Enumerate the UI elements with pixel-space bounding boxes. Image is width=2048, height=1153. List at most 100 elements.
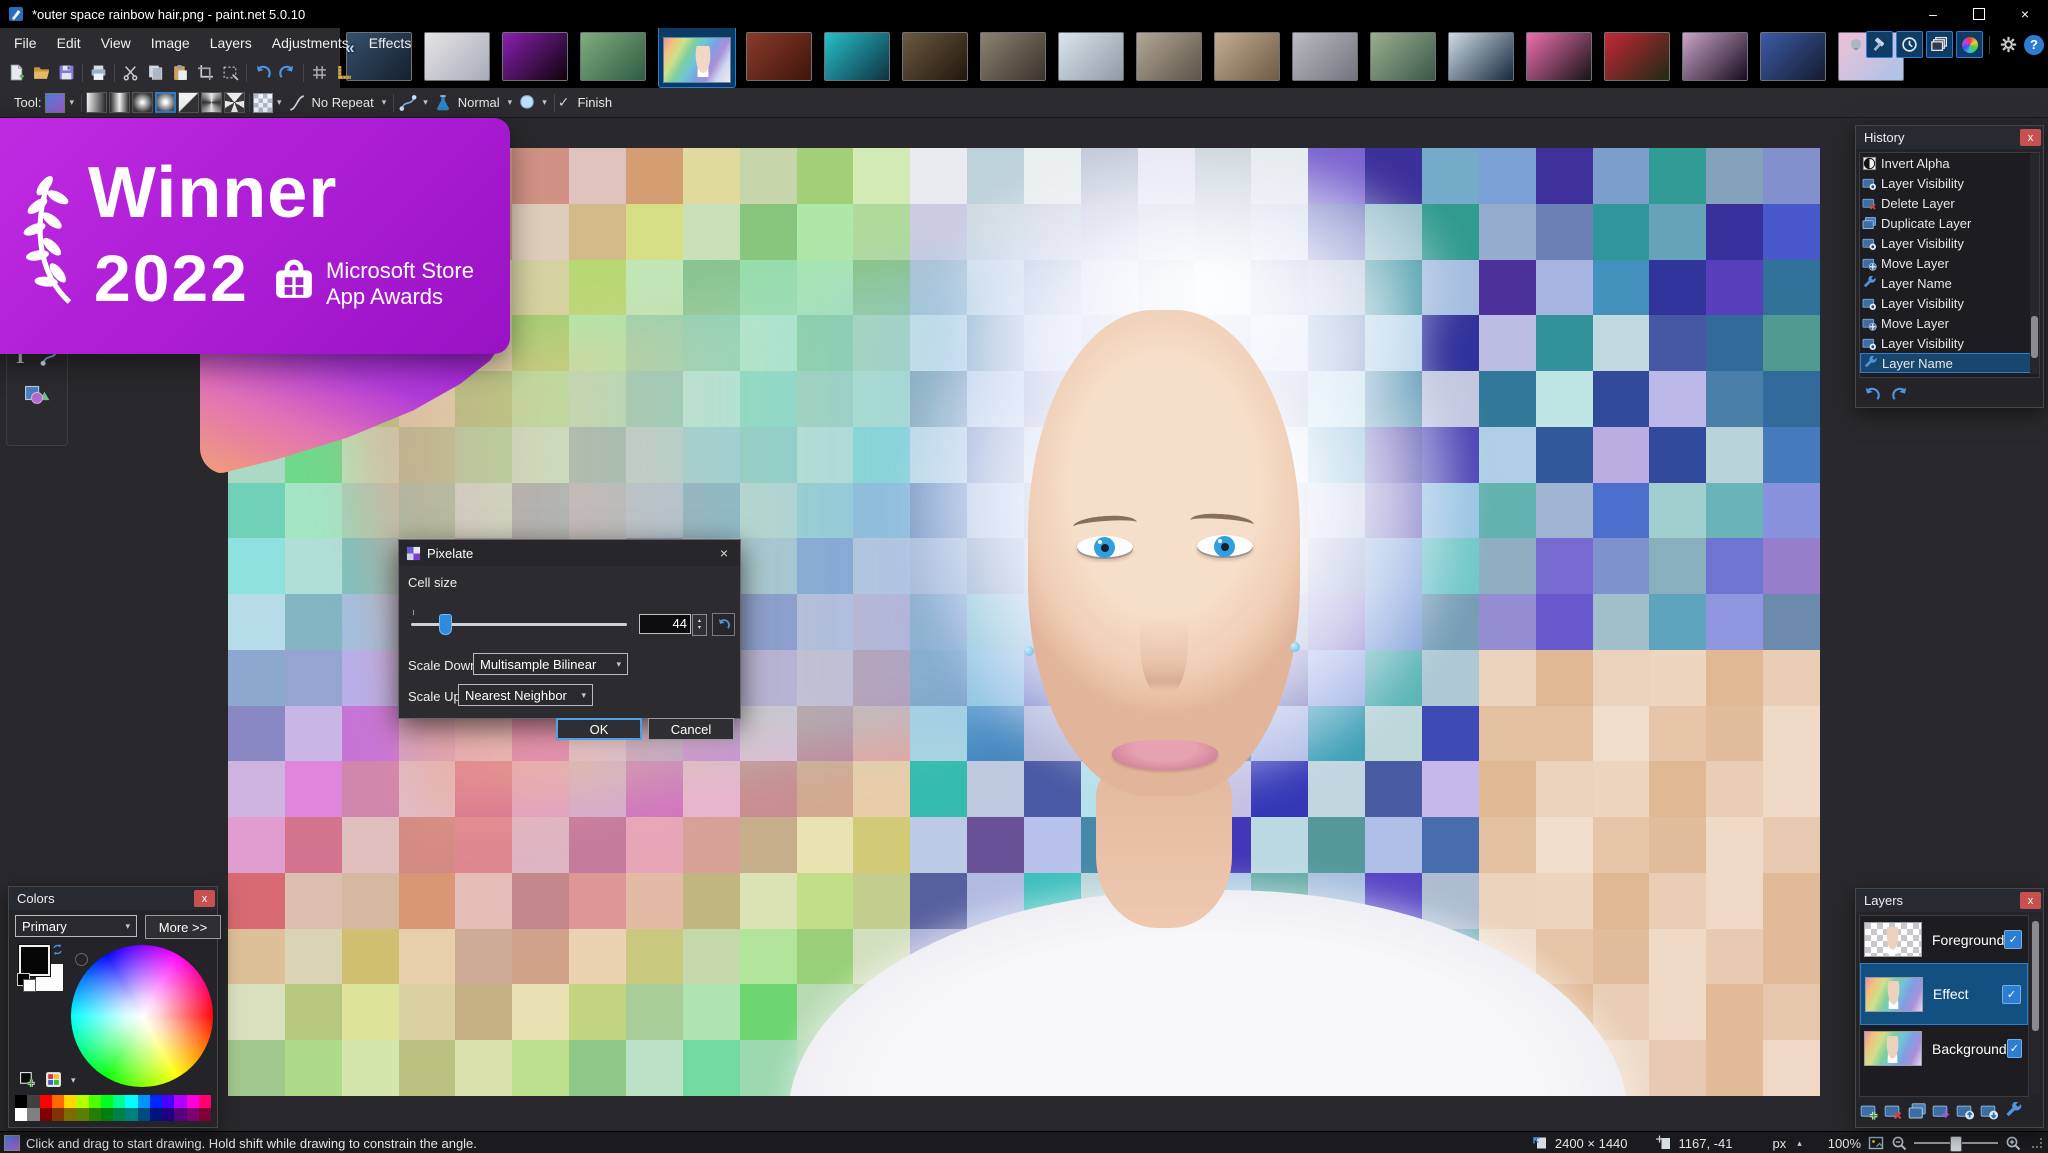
undo-button[interactable] <box>250 61 275 85</box>
move-down-btn-button[interactable] <box>1980 1102 1999 1124</box>
image-tab-stone-building[interactable] <box>1292 32 1358 81</box>
image-tab-rainbow-arc[interactable] <box>502 32 568 81</box>
menu-item-image[interactable]: Image <box>141 35 200 51</box>
image-tab-wolf[interactable] <box>980 32 1046 81</box>
history-item[interactable]: Layer Visibility <box>1860 333 2039 353</box>
palette-swatch[interactable] <box>113 1095 126 1108</box>
layer-visible-checkbox[interactable]: ✓ <box>2004 930 2022 949</box>
redo-icon[interactable] <box>1891 386 1910 403</box>
chevron-down-icon[interactable]: ▾ <box>508 97 513 108</box>
more-button[interactable]: More >> <box>145 915 221 939</box>
grid-button[interactable] <box>307 61 332 85</box>
history-scrollbar-thumb[interactable] <box>2031 316 2038 358</box>
gradient-mode-4[interactable] <box>178 92 199 113</box>
chevron-down-icon[interactable]: ▾ <box>71 1075 76 1086</box>
palette-swatch[interactable] <box>186 1108 199 1121</box>
layer-visible-checkbox[interactable]: ✓ <box>2006 1039 2022 1058</box>
palette-swatch[interactable] <box>137 1108 150 1121</box>
maximize-button[interactable] <box>1956 0 2002 28</box>
gradient-mode-6[interactable] <box>224 92 245 113</box>
layer-row-foreground[interactable]: Foreground ✓ <box>1860 916 2028 963</box>
menu-item-layers[interactable]: Layers <box>200 35 262 51</box>
close-button[interactable]: × <box>2002 0 2048 28</box>
zoom-slider[interactable] <box>1914 1136 1998 1152</box>
value-spinner[interactable]: ▴ ▾ <box>692 614 707 636</box>
palette-swatch[interactable] <box>100 1108 113 1121</box>
palette-swatch[interactable] <box>198 1095 211 1108</box>
palette-swatch[interactable] <box>51 1108 64 1121</box>
history-item[interactable]: Invert Alpha <box>1860 153 2039 173</box>
new-button[interactable] <box>4 61 29 85</box>
history-item[interactable]: Move Layer <box>1860 253 2039 273</box>
history-item[interactable]: Layer Name <box>1860 273 2039 293</box>
move-up-btn-button[interactable] <box>1956 1102 1975 1124</box>
minimize-button[interactable]: – <box>1910 0 1956 28</box>
layer-row-background[interactable]: Background ✓ <box>1860 1025 2028 1072</box>
ok-button[interactable]: OK <box>556 718 642 740</box>
resize-grip[interactable] <box>2032 1138 2042 1148</box>
fit-to-window-icon[interactable] <box>1868 1135 1884 1151</box>
palette-swatch[interactable] <box>76 1108 89 1121</box>
add-layer-button[interactable] <box>1860 1102 1879 1124</box>
palette-swatch[interactable] <box>113 1108 126 1121</box>
gradient-mode-3[interactable] <box>155 92 176 113</box>
palette-swatch[interactable] <box>162 1095 175 1108</box>
palette-swatch[interactable] <box>64 1095 77 1108</box>
palette-swatch[interactable] <box>51 1095 64 1108</box>
scale-down-select[interactable]: Multisample Bilinear ▾ <box>473 653 628 675</box>
palette-swatch[interactable] <box>137 1095 150 1108</box>
palette-swatch[interactable] <box>27 1095 40 1108</box>
shapes-tool-icon[interactable] <box>24 380 50 406</box>
gradient-mode-1[interactable] <box>109 92 130 113</box>
print-button[interactable] <box>86 61 111 85</box>
store-badge-icon[interactable] <box>1849 38 1863 52</box>
scale-up-select[interactable]: Nearest Neighbor ▾ <box>458 684 593 706</box>
finish-button[interactable]: Finish <box>577 95 612 110</box>
palette-swatch[interactable] <box>76 1095 89 1108</box>
colors-panel-title-bar[interactable]: Colors x <box>9 887 217 910</box>
duplicate-layer-button[interactable] <box>1908 1102 1927 1124</box>
palette-swatch[interactable] <box>39 1108 52 1121</box>
image-tab-black-cat-pink[interactable] <box>1526 32 1592 81</box>
image-tab-red-rose[interactable] <box>1604 32 1670 81</box>
chevron-down-icon[interactable]: ▾ <box>542 97 547 108</box>
image-tab-red-cat[interactable] <box>746 32 812 81</box>
chevron-down-icon[interactable]: ▾ <box>277 97 282 108</box>
zoom-in-icon[interactable] <box>2005 1135 2021 1151</box>
layer-name-button[interactable] <box>2004 1102 2023 1124</box>
delete-layer-button[interactable] <box>1884 1102 1903 1124</box>
palette-swatch[interactable] <box>88 1095 101 1108</box>
gradient-mode-2[interactable] <box>132 92 153 113</box>
image-tab-christmas-street[interactable] <box>1760 32 1826 81</box>
history-item[interactable]: Move Layer <box>1860 313 2039 333</box>
add-to-palette-icon[interactable] <box>19 1071 36 1088</box>
image-tab-night-city[interactable] <box>824 32 890 81</box>
zoom-out-icon[interactable] <box>1891 1135 1907 1151</box>
history-item[interactable]: Delete Layer <box>1860 193 2039 213</box>
history-toggle-button[interactable] <box>1896 31 1923 58</box>
history-close-button[interactable]: x <box>2020 129 2041 146</box>
palette-swatch[interactable] <box>174 1108 187 1121</box>
history-item[interactable]: Layer Visibility <box>1860 173 2039 193</box>
crop-button[interactable] <box>193 61 218 85</box>
image-tab-shipwreck[interactable] <box>902 32 968 81</box>
colors-toggle-button[interactable] <box>1956 31 1983 58</box>
history-item[interactable]: Layer Visibility <box>1860 233 2039 253</box>
chevron-up-icon[interactable]: ▴ <box>1797 1138 1802 1149</box>
history-item[interactable]: Layer Visibility <box>1860 293 2039 313</box>
palette-swatch[interactable] <box>186 1095 199 1108</box>
color-mode-select[interactable]: Primary ▾ <box>15 915 137 937</box>
palette-swatch[interactable] <box>39 1095 52 1108</box>
palette-swatch[interactable] <box>15 1095 28 1108</box>
image-tab-kitten[interactable] <box>580 32 646 81</box>
menu-item-effects[interactable]: Effects <box>359 35 422 51</box>
palette-swatch[interactable] <box>198 1108 211 1121</box>
slider-handle[interactable] <box>439 614 452 635</box>
chevron-down-icon[interactable]: ▾ <box>423 97 428 108</box>
layer-visible-checkbox[interactable]: ✓ <box>2002 984 2021 1004</box>
palette-swatch[interactable] <box>88 1108 101 1121</box>
gradient-mode-0[interactable] <box>86 92 107 113</box>
layers-toggle-button[interactable] <box>1926 31 1953 58</box>
image-tab-night-lake[interactable] <box>1448 32 1514 81</box>
layers-close-button[interactable]: x <box>2020 892 2041 909</box>
